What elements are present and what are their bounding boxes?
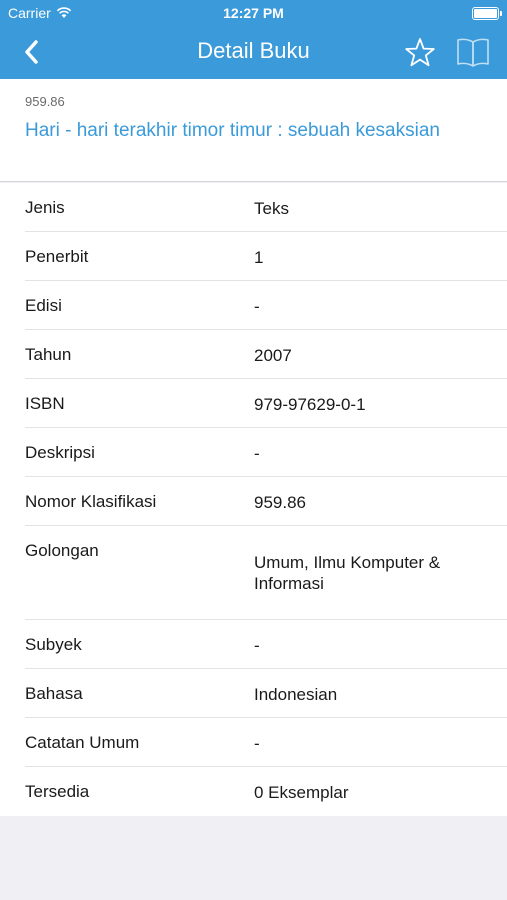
detail-value: Umum, Ilmu Komputer & Informasi xyxy=(254,553,441,593)
detail-row-tersedia: Tersedia 0 Eksemplar xyxy=(25,767,507,816)
star-outline-icon xyxy=(405,38,435,67)
detail-row-penerbit: Penerbit 1 xyxy=(25,232,507,281)
detail-value: Indonesian xyxy=(254,685,338,704)
detail-row-isbn: ISBN 979-97629-0-1 xyxy=(25,379,507,428)
book-header: 959.86 Hari - hari terakhir timor timur … xyxy=(0,79,507,182)
detail-label: Catatan Umum xyxy=(25,733,140,752)
detail-row-catatan-umum: Catatan Umum - xyxy=(25,718,507,767)
detail-row-bahasa: Bahasa Indonesian xyxy=(25,669,507,718)
detail-label: Tahun xyxy=(25,345,72,364)
detail-label: Penerbit xyxy=(25,247,89,266)
book-call-number: 959.86 xyxy=(25,94,65,109)
top-bar: Carrier 12:27 PM Detail Buku xyxy=(0,0,507,79)
status-time: 12:27 PM xyxy=(223,5,284,21)
detail-row-edisi: Edisi - xyxy=(25,281,507,330)
detail-value: - xyxy=(254,734,260,753)
detail-label: Tersedia xyxy=(25,782,90,801)
open-book-icon xyxy=(457,38,489,67)
detail-row-golongan: Golongan Umum, Ilmu Komputer & Informasi xyxy=(25,526,507,620)
battery-icon xyxy=(472,7,502,20)
detail-value: 979-97629-0-1 xyxy=(254,395,366,414)
detail-value: - xyxy=(254,444,260,463)
book-detail-table: Jenis Teks Penerbit 1 Edisi - Tahun 2007… xyxy=(0,183,507,816)
favorite-button[interactable] xyxy=(403,36,437,70)
navigation-bar: Detail Buku xyxy=(0,28,507,79)
detail-value: 2007 xyxy=(254,346,292,365)
detail-label: Nomor Klasifikasi xyxy=(25,492,157,511)
detail-value: - xyxy=(254,636,260,655)
detail-label: Deskripsi xyxy=(25,443,95,462)
detail-value: Teks xyxy=(254,199,289,218)
detail-row-jenis: Jenis Teks xyxy=(25,183,507,232)
detail-label: Bahasa xyxy=(25,684,83,703)
detail-row-subyek: Subyek - xyxy=(25,620,507,669)
detail-value: 0 Eksemplar xyxy=(254,783,349,802)
detail-value: 1 xyxy=(254,248,264,267)
detail-label: Jenis xyxy=(25,198,65,217)
detail-value: - xyxy=(254,297,260,316)
read-button[interactable] xyxy=(455,36,491,70)
detail-label: Subyek xyxy=(25,635,82,654)
detail-row-deskripsi: Deskripsi - xyxy=(25,428,507,477)
detail-row-tahun: Tahun 2007 xyxy=(25,330,507,379)
detail-label: Edisi xyxy=(25,296,62,315)
book-title: Hari - hari terakhir timor timur : sebua… xyxy=(25,120,440,141)
detail-value: 959.86 xyxy=(254,493,306,512)
detail-row-nomor-klasifikasi: Nomor Klasifikasi 959.86 xyxy=(25,477,507,526)
status-bar: Carrier 12:27 PM xyxy=(0,0,507,28)
detail-label: ISBN xyxy=(25,394,65,413)
detail-label: Golongan xyxy=(25,541,99,560)
